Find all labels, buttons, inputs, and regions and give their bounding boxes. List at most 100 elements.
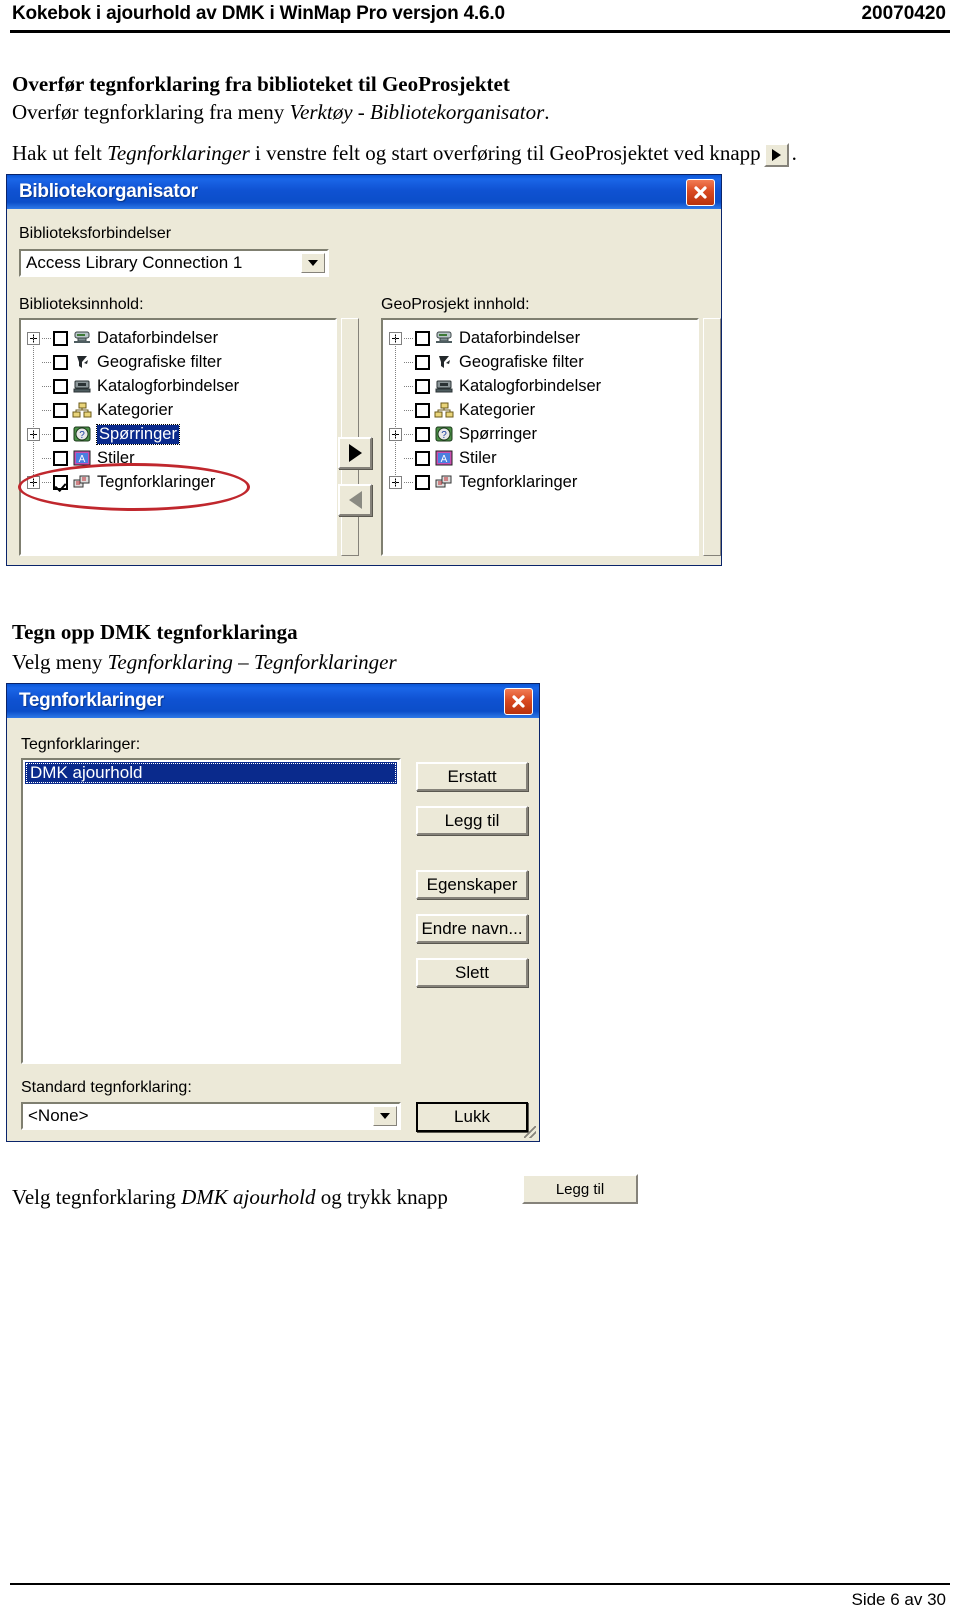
section3-line: Velg tegnforklaring DMK ajourhold og try… — [12, 1185, 448, 1210]
tree-row[interactable]: Katalogforbindelser — [27, 374, 335, 398]
legend-icon — [73, 475, 90, 488]
legend-icon — [435, 475, 452, 488]
tree-checkbox[interactable] — [53, 354, 68, 370]
chevron-down-icon[interactable] — [373, 1106, 397, 1126]
tree-connector — [404, 428, 415, 441]
query-icon: ? — [73, 426, 91, 442]
tree-row[interactable]: A Stiler — [27, 446, 335, 470]
resize-grip-icon[interactable] — [524, 1126, 536, 1138]
tree-row[interactable]: Geografiske filter — [27, 350, 335, 374]
tree-row-label: Kategorier — [459, 400, 536, 419]
transfer-to-right-button[interactable] — [338, 437, 372, 469]
tree-row[interactable]: Dataforbindelser — [27, 326, 335, 350]
section1-line2-d: . — [791, 141, 797, 165]
close-icon[interactable] — [686, 179, 715, 206]
page-number: Side 6 av 30 — [851, 1590, 946, 1609]
tree-vertical-connector — [33, 332, 34, 488]
tree-row-label: Tegnforklaringer — [459, 472, 578, 491]
section2-line1-a: Velg meny — [12, 650, 108, 674]
svg-text:?: ? — [79, 430, 85, 441]
lukk-button-label: Lukk — [454, 1107, 490, 1126]
tree-checkbox[interactable] — [53, 378, 68, 394]
slett-button-label: Slett — [454, 962, 490, 982]
tree-checkbox[interactable] — [415, 450, 430, 466]
tree-checkbox[interactable] — [53, 450, 68, 466]
standard-tegnforklaring-label: Standard tegnforklaring: — [21, 1079, 192, 1096]
header-date: 20070420 — [861, 3, 946, 24]
bibliotekorganisator-title: Bibliotekorganisator — [19, 181, 198, 202]
list-item[interactable]: DMK ajourhold — [25, 762, 397, 784]
header-title: Kokebok i ajourhold av DMK i WinMap Pro … — [12, 3, 505, 24]
tree-row[interactable]: Geografiske filter — [389, 350, 697, 374]
tree-checkbox[interactable] — [53, 426, 68, 442]
lukk-button[interactable]: Lukk — [416, 1102, 528, 1132]
endre-navn-button[interactable]: Endre navn... — [416, 914, 528, 943]
library-connection-select[interactable]: Access Library Connection 1 — [19, 249, 329, 277]
tree-connector — [42, 476, 53, 489]
section2-heading: Tegn opp DMK tegnforklaringa — [12, 620, 298, 644]
tree-row[interactable]: Tegnforklaringer — [27, 470, 335, 494]
tegnforklaringer-list-label: Tegnforklaringer: — [21, 736, 141, 753]
footer-rule — [10, 1583, 950, 1585]
tegnforklaringer-listbox[interactable]: DMK ajourhold — [21, 758, 401, 1064]
svg-text:A: A — [441, 454, 448, 465]
legg-til-button[interactable]: Legg til — [416, 806, 528, 835]
tree-row[interactable]: ? Spørringer — [389, 422, 697, 446]
library-content-tree[interactable]: Dataforbindelser Geografiske filter Katalo… — [19, 318, 337, 556]
arrow-left-icon — [348, 491, 362, 509]
tree-row[interactable]: Tegnforklaringer — [389, 470, 697, 494]
standard-tegnforklaring-value: <None> — [28, 1106, 89, 1125]
section3-line-c: og trykk knapp — [315, 1185, 448, 1209]
tree-checkbox[interactable] — [415, 330, 430, 346]
tree-vertical-connector — [395, 332, 396, 488]
section3-line-a: Velg tegnforklaring — [12, 1185, 182, 1209]
inline-legg-til-button[interactable]: Legg til — [522, 1174, 638, 1204]
database-icon — [436, 331, 452, 343]
style-icon: A — [73, 450, 91, 466]
transfer-to-left-button[interactable] — [338, 484, 372, 516]
tree-checkbox[interactable] — [53, 474, 68, 490]
section1-line1-a: Overfør tegnforklaring fra meny — [12, 100, 290, 124]
tree-checkbox[interactable] — [415, 426, 430, 442]
tree-row-label: Dataforbindelser — [97, 328, 219, 347]
right-scrollbar[interactable] — [703, 318, 721, 556]
tree-checkbox[interactable] — [415, 474, 430, 490]
database-icon — [74, 331, 90, 343]
tree-row[interactable]: Dataforbindelser — [389, 326, 697, 350]
standard-tegnforklaring-select[interactable]: <None> — [21, 1102, 401, 1130]
close-icon[interactable] — [504, 688, 533, 715]
query-icon: ? — [435, 426, 453, 442]
tree-checkbox[interactable] — [415, 354, 430, 370]
tree-connector — [404, 332, 415, 345]
tree-row[interactable]: A Stiler — [389, 446, 697, 470]
tree-checkbox[interactable] — [53, 402, 68, 418]
erstatt-button[interactable]: Erstatt — [416, 762, 528, 791]
tree-row-label: Spørringer — [459, 424, 537, 443]
tree-checkbox[interactable] — [415, 402, 430, 418]
inline-transfer-right-button[interactable] — [763, 143, 789, 168]
category-icon — [434, 402, 454, 418]
bibliotekorganisator-titlebar[interactable]: Bibliotekorganisator — [7, 175, 721, 209]
tree-row[interactable]: Katalogforbindelser — [389, 374, 697, 398]
tree-row[interactable]: Kategorier — [27, 398, 335, 422]
tree-connector — [42, 452, 53, 465]
tegnforklaringer-dialog: Tegnforklaringer Tegnforklaringer: DMK a… — [6, 683, 540, 1142]
slett-button[interactable]: Slett — [416, 958, 528, 987]
svg-text:A: A — [79, 454, 86, 465]
tegnforklaringer-titlebar[interactable]: Tegnforklaringer — [7, 684, 539, 718]
section1-line2-c: i venstre felt og start overføring til G… — [249, 141, 761, 165]
tree-row[interactable]: ? Spørringer — [27, 422, 335, 446]
left-panel-label: Biblioteksinnhold: — [19, 296, 144, 313]
tree-connector — [42, 356, 53, 369]
section2-line1: Velg meny Tegnforklaring – Tegnforklarin… — [12, 650, 397, 675]
category-icon — [72, 402, 92, 418]
tree-checkbox[interactable] — [53, 330, 68, 346]
geoproject-content-tree[interactable]: Dataforbindelser Geografiske filter Katalo… — [381, 318, 699, 556]
tree-row-label: Stiler — [97, 448, 135, 467]
tree-row-label: Kategorier — [97, 400, 174, 419]
tree-checkbox[interactable] — [415, 378, 430, 394]
egenskaper-button[interactable]: Egenskaper — [416, 870, 528, 899]
chevron-down-icon[interactable] — [301, 253, 325, 273]
tree-connector — [404, 356, 415, 369]
tree-row[interactable]: Kategorier — [389, 398, 697, 422]
